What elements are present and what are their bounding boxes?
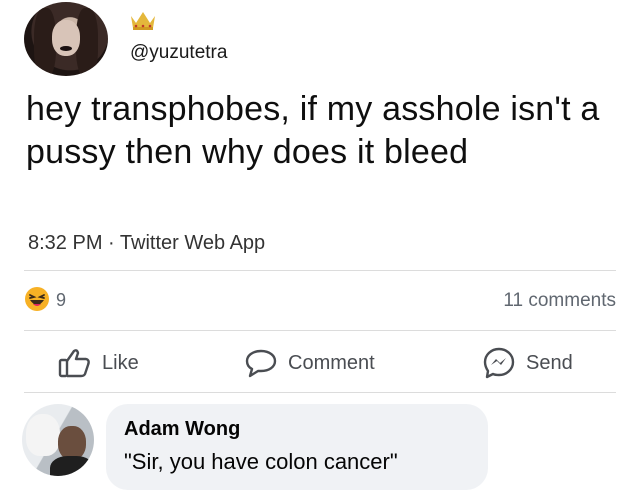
comment-label: Comment [288,351,375,374]
tweet-text: hey transphobes, if my asshole isn't a p… [26,90,600,171]
comments-count[interactable]: 11 comments [503,290,616,312]
like-label: Like [102,351,139,374]
comment-button[interactable]: Comment [244,346,375,380]
divider [24,392,616,393]
tweet-timestamp: 8:32 PM · Twitter Web App [28,232,266,254]
messenger-icon [483,347,515,379]
tweet-handle[interactable]: @yuzutetra [130,42,227,64]
like-button[interactable]: Like [58,346,139,380]
reaction-count[interactable]: 9 [56,290,66,311]
comment-bubble-icon [245,349,277,378]
reaction-summary-row: 9 11 comments [24,284,616,316]
divider [24,330,616,331]
divider [24,270,616,271]
comment-author[interactable]: Adam Wong [124,418,470,441]
commenter-avatar[interactable] [22,404,94,476]
avatar-person [58,426,86,460]
comment-text: "Sir, you have colon cancer" [124,449,398,474]
haha-reaction-icon[interactable] [24,286,50,317]
send-label: Send [526,351,573,374]
send-button[interactable]: Send [482,346,573,380]
avatar-cat [26,414,60,456]
tweet-author-avatar[interactable] [24,2,108,76]
thumbs-up-icon [58,349,90,378]
avatar-lips [60,46,72,51]
crown-icon [128,6,158,37]
comment-bubble: Adam Wong "Sir, you have colon cancer" [106,404,488,490]
avatar-body [50,456,94,476]
